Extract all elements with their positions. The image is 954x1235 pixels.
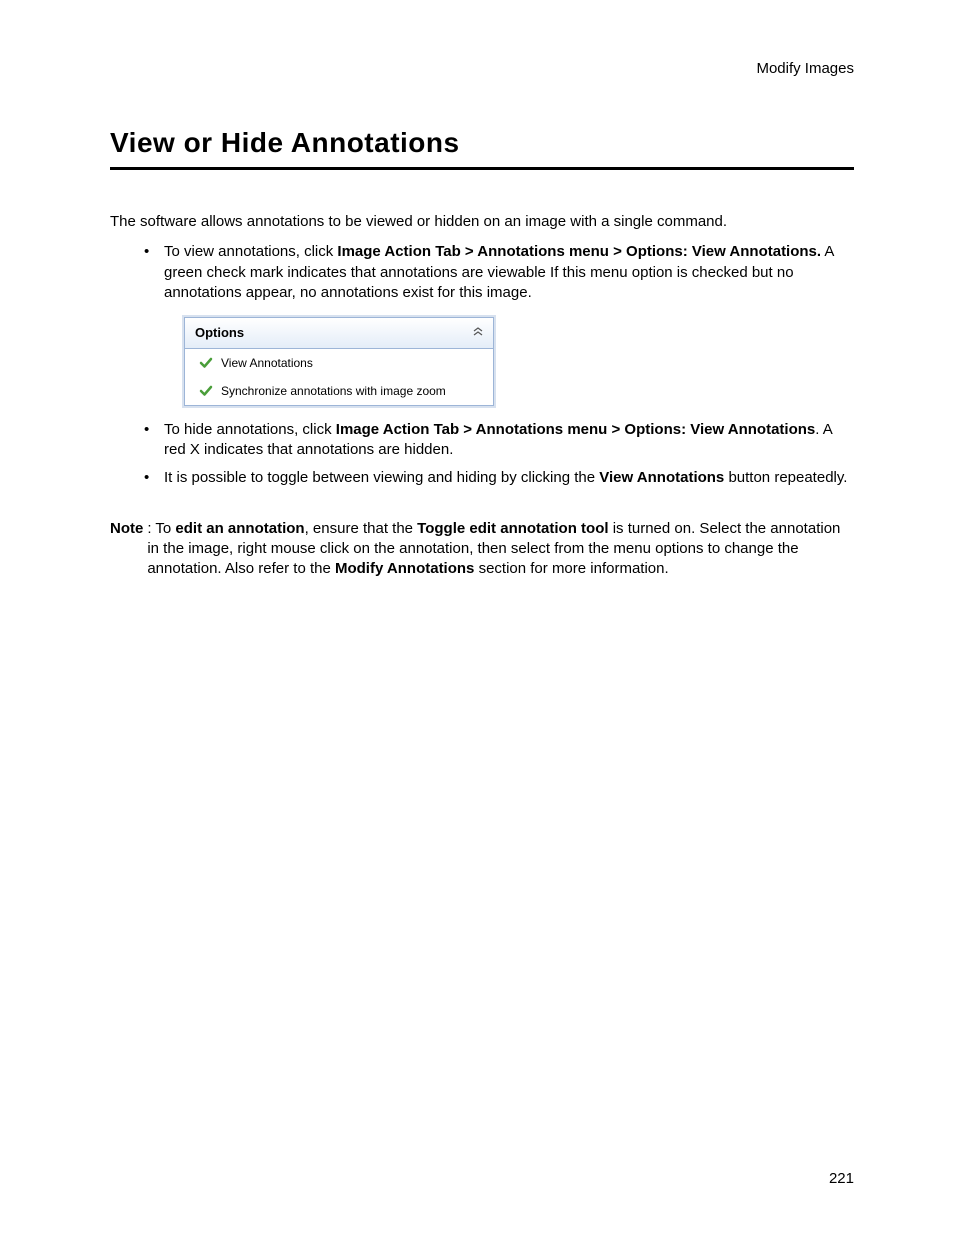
text: section for more information. xyxy=(474,560,668,577)
text: , ensure that the xyxy=(305,520,418,537)
instruction-list: To view annotations, click Image Action … xyxy=(144,242,854,488)
options-title: Options xyxy=(195,324,244,342)
list-item: To hide annotations, click Image Action … xyxy=(144,420,854,461)
intro-text: The software allows annotations to be vi… xyxy=(110,212,854,232)
note-label: Note xyxy=(110,519,143,580)
list-item: To view annotations, click Image Action … xyxy=(144,242,854,406)
list-item: It is possible to toggle between viewing… xyxy=(144,468,854,488)
option-sync-annotations[interactable]: Synchronize annotations with image zoom xyxy=(185,377,493,405)
option-label: Synchronize annotations with image zoom xyxy=(221,383,446,399)
bold-text: Modify Annotations xyxy=(335,560,474,577)
bold-text: edit an annotation xyxy=(175,520,304,537)
note-block: Note : To edit an annotation, ensure tha… xyxy=(110,519,854,580)
note-body: : To edit an annotation, ensure that the… xyxy=(147,519,854,580)
text: To view annotations, click xyxy=(164,243,337,260)
option-view-annotations[interactable]: View Annotations xyxy=(185,349,493,377)
menu-path-bold: Image Action Tab > Annotations menu > Op… xyxy=(336,421,815,438)
bold-text: Toggle edit annotation tool xyxy=(417,520,608,537)
check-icon xyxy=(199,356,213,370)
check-icon xyxy=(199,384,213,398)
header-section-label: Modify Images xyxy=(110,60,854,77)
option-label: View Annotations xyxy=(221,355,313,371)
page-title: View or Hide Annotations xyxy=(110,127,854,170)
text: It is possible to toggle between viewing… xyxy=(164,469,599,486)
text: button repeatedly. xyxy=(724,469,847,486)
page-number: 221 xyxy=(829,1170,854,1187)
text: To hide annotations, click xyxy=(164,421,336,438)
text: : To xyxy=(147,520,175,537)
button-name-bold: View Annotations xyxy=(599,469,724,486)
collapse-icon[interactable] xyxy=(473,327,483,339)
options-panel: Options View Annotations xyxy=(184,317,494,406)
menu-path-bold: Image Action Tab > Annotations menu > Op… xyxy=(337,243,821,260)
options-panel-header[interactable]: Options xyxy=(185,318,493,349)
